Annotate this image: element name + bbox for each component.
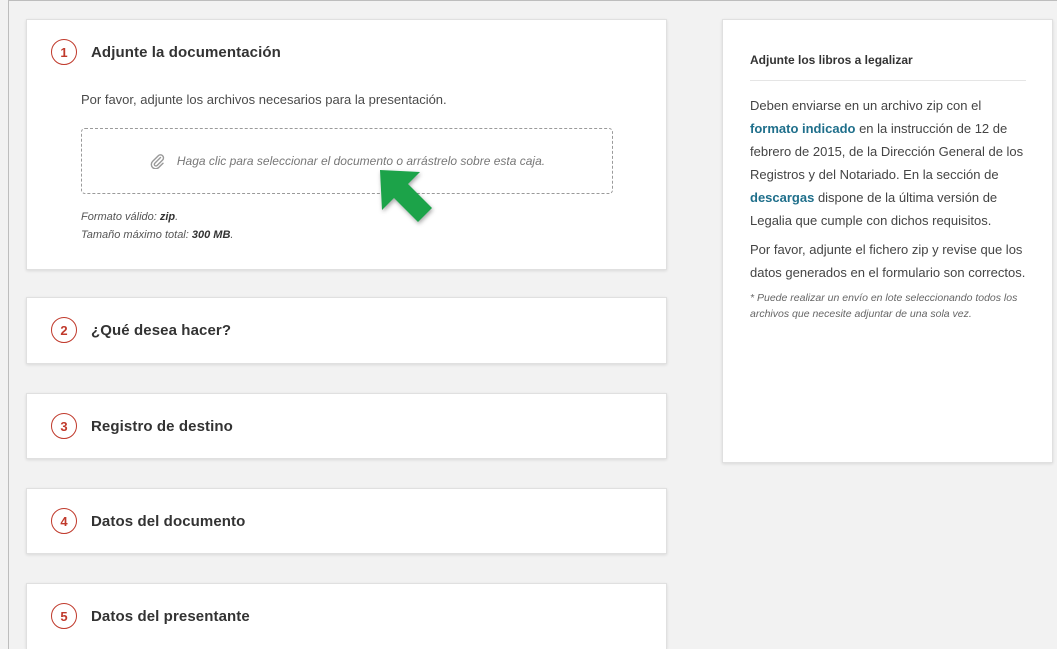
file-dropzone[interactable]: Haga clic para seleccionar el documento …	[81, 128, 613, 194]
step-3-panel[interactable]: 3 Registro de destino	[26, 393, 667, 459]
arrow-pointer-icon	[380, 170, 432, 222]
size-line: Tamaño máximo total: 300 MB.	[81, 229, 234, 241]
format-info: Formato válido: zip. Tamaño máximo total…	[81, 208, 233, 244]
format-line: Formato válido: zip.	[81, 211, 179, 223]
step-5-panel[interactable]: 5 Datos del presentante	[26, 583, 667, 649]
step-number-badge: 1	[51, 39, 77, 65]
step-4-panel[interactable]: 4 Datos del documento	[26, 488, 667, 554]
formato-indicado-link[interactable]: formato indicado	[750, 121, 855, 136]
step-title: Datos del documento	[91, 512, 246, 530]
step-number-badge: 2	[51, 317, 77, 343]
step-number-badge: 3	[51, 413, 77, 439]
step-2-panel[interactable]: 2 ¿Qué desea hacer?	[26, 297, 667, 364]
dropzone-text: Haga clic para seleccionar el documento …	[176, 154, 546, 168]
step-title: Datos del presentante	[91, 607, 250, 625]
step-number-badge: 5	[51, 603, 77, 629]
step-2-header[interactable]: 2 ¿Qué desea hacer?	[51, 317, 231, 343]
sidebar-divider	[750, 80, 1026, 81]
upload-description: Por favor, adjunte los archivos necesari…	[81, 92, 447, 107]
sidebar-paragraph-1: Deben enviarse en un archivo zip con el …	[750, 98, 1024, 228]
paperclip-icon	[150, 154, 165, 169]
sidebar-note: * Puede realizar un envío en lote selecc…	[750, 292, 1018, 320]
descargas-link[interactable]: descargas	[750, 190, 814, 205]
step-3-header[interactable]: 3 Registro de destino	[51, 413, 233, 439]
info-sidebar: Adjunte los libros a legalizar Deben env…	[722, 19, 1053, 463]
step-1-panel: 1 Adjunte la documentación Por favor, ad…	[26, 19, 667, 270]
sidebar-title: Adjunte los libros a legalizar	[750, 53, 913, 67]
sidebar-body: Deben enviarse en un archivo zip con el …	[750, 94, 1032, 322]
step-number-badge: 4	[51, 508, 77, 534]
step-1-header[interactable]: 1 Adjunte la documentación	[51, 39, 281, 65]
step-4-header[interactable]: 4 Datos del documento	[51, 508, 245, 534]
step-title: ¿Qué desea hacer?	[91, 321, 232, 339]
step-title: Adjunte la documentación	[91, 43, 281, 61]
step-5-header[interactable]: 5 Datos del presentante	[51, 603, 250, 629]
sidebar-paragraph-2: Por favor, adjunte el fichero zip y revi…	[750, 242, 1026, 280]
step-title: Registro de destino	[91, 417, 233, 435]
